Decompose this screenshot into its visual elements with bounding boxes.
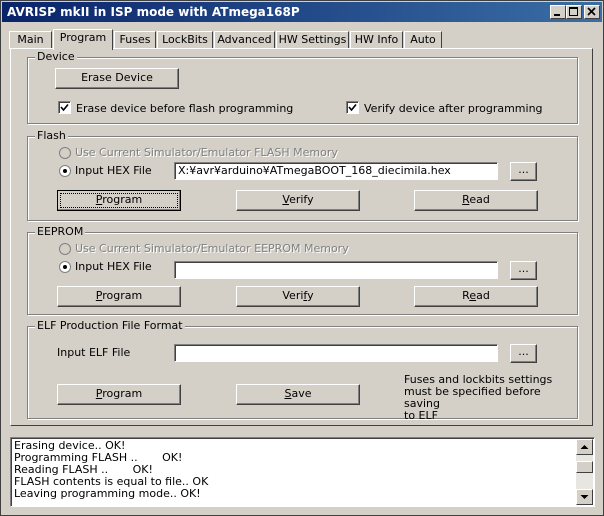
eeprom-input-hex-radio[interactable] bbox=[59, 261, 71, 273]
erase-before-label: Erase device before flash programming bbox=[76, 102, 294, 115]
flash-hex-path-input[interactable]: X:¥avr¥arduino¥ATmegaBOOT_168_diecimila.… bbox=[174, 162, 498, 180]
elf-browse-button[interactable]: ... bbox=[510, 344, 537, 363]
elf-legend: ELF Production File Format bbox=[35, 319, 185, 332]
flash-browse-button[interactable]: ... bbox=[510, 162, 537, 181]
device-group: Device Erase Device Erase device before … bbox=[27, 50, 578, 124]
flash-use-current-radio[interactable] bbox=[59, 147, 71, 159]
log-output[interactable]: Erasing device.. OK! Programming FLASH .… bbox=[10, 437, 595, 507]
eeprom-group: EEPROM Use Current Simulator/Emulator EE… bbox=[27, 225, 578, 315]
tab-fuses[interactable]: Fuses bbox=[114, 31, 156, 49]
flash-group: Flash Use Current Simulator/Emulator FLA… bbox=[27, 129, 578, 221]
elf-group: ELF Production File Format Input ELF Fil… bbox=[27, 319, 578, 422]
scroll-up-button[interactable] bbox=[576, 439, 593, 455]
flash-program-text-rest: rogram bbox=[102, 193, 143, 206]
minimize-icon bbox=[554, 14, 560, 16]
log-line: Leaving programming mode.. OK! bbox=[14, 487, 201, 500]
erase-before-checkbox[interactable] bbox=[58, 101, 71, 114]
log-scrollbar[interactable] bbox=[576, 439, 593, 505]
elf-program-text-rest: rogram bbox=[102, 387, 143, 400]
program-tab-panel: Device Erase Device Erase device before … bbox=[10, 48, 593, 426]
tab-program[interactable]: Program bbox=[53, 29, 113, 50]
elf-program-button[interactable]: Program bbox=[57, 384, 181, 405]
title-bar[interactable]: AVRISP mkII in ISP mode with ATmega168P bbox=[2, 2, 602, 22]
scroll-down-button[interactable] bbox=[576, 489, 593, 505]
eeprom-program-button[interactable]: Program bbox=[57, 286, 181, 307]
tab-hw-info[interactable]: HW Info bbox=[350, 31, 403, 49]
erase-device-button[interactable]: Erase Device bbox=[55, 68, 179, 89]
elf-input-label: Input ELF File bbox=[57, 346, 131, 359]
tab-main[interactable]: Main bbox=[9, 31, 52, 49]
eeprom-use-current-label: Use Current Simulator/Emulator EEPROM Me… bbox=[75, 242, 349, 255]
tab-hw-settings[interactable]: HW Settings bbox=[276, 31, 349, 49]
eeprom-legend: EEPROM bbox=[35, 225, 86, 238]
flash-verify-text-rest: erify bbox=[289, 193, 314, 206]
close-icon bbox=[587, 7, 596, 16]
close-button[interactable] bbox=[584, 5, 600, 19]
tab-advanced[interactable]: Advanced bbox=[214, 31, 275, 49]
flash-verify-button[interactable]: Verify bbox=[236, 190, 360, 211]
minimize-button[interactable] bbox=[550, 5, 566, 19]
flash-legend: Flash bbox=[35, 129, 68, 142]
window-title: AVRISP mkII in ISP mode with ATmega168P bbox=[7, 5, 300, 19]
eeprom-read-button[interactable]: Read bbox=[414, 286, 538, 307]
elf-fuses-note: Fuses and lockbits settings must be spec… bbox=[404, 373, 553, 422]
flash-input-hex-label: Input HEX File bbox=[75, 164, 152, 177]
verify-after-label: Verify device after programming bbox=[364, 102, 543, 115]
eeprom-hex-path-input[interactable] bbox=[174, 261, 498, 279]
elf-save-button[interactable]: Save bbox=[236, 384, 360, 405]
checkmark-icon bbox=[60, 103, 69, 112]
app-window: AVRISP mkII in ISP mode with ATmega168P … bbox=[0, 0, 604, 516]
maximize-icon bbox=[569, 7, 578, 16]
eeprom-verify-text-rest: y bbox=[307, 289, 314, 302]
eeprom-input-hex-label: Input HEX File bbox=[75, 260, 152, 273]
scroll-thumb[interactable] bbox=[576, 461, 593, 473]
eeprom-program-text-rest: rogram bbox=[102, 289, 143, 302]
scroll-down-icon bbox=[580, 495, 589, 499]
tab-auto[interactable]: Auto bbox=[404, 31, 442, 49]
eeprom-verify-button[interactable]: Verify bbox=[236, 286, 360, 307]
device-legend: Device bbox=[35, 50, 77, 63]
flash-use-current-label: Use Current Simulator/Emulator FLASH Mem… bbox=[75, 146, 338, 159]
verify-after-checkbox[interactable] bbox=[346, 101, 359, 114]
flash-read-text-rest: ead bbox=[469, 193, 490, 206]
scroll-up-icon bbox=[580, 445, 589, 449]
eeprom-browse-button[interactable]: ... bbox=[510, 261, 537, 280]
maximize-button[interactable] bbox=[566, 5, 582, 19]
flash-input-hex-radio[interactable] bbox=[59, 165, 71, 177]
checkmark-icon bbox=[348, 103, 357, 112]
eeprom-read-text-rest: ad bbox=[476, 289, 490, 302]
flash-read-button[interactable]: Read bbox=[414, 190, 538, 211]
eeprom-use-current-radio[interactable] bbox=[59, 243, 71, 255]
eeprom-verify-text: Veri bbox=[282, 289, 304, 302]
flash-program-button[interactable]: Program bbox=[57, 190, 181, 211]
elf-save-text-rest: ave bbox=[291, 387, 312, 400]
tab-lockbits[interactable]: LockBits bbox=[157, 31, 213, 49]
elf-path-input[interactable] bbox=[174, 344, 498, 362]
